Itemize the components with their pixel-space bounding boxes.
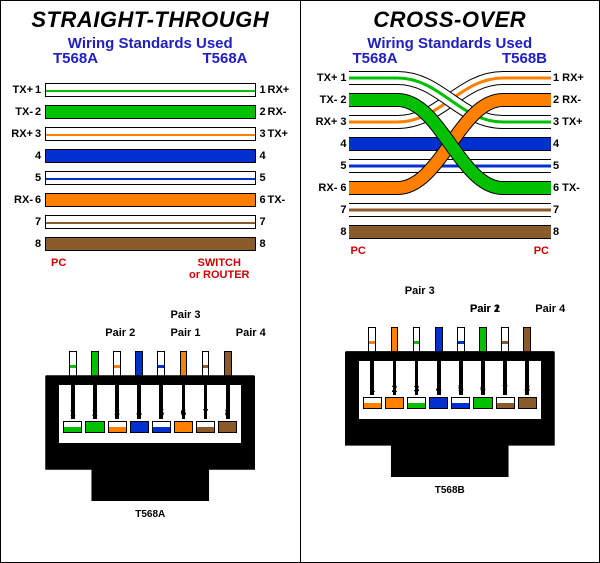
devices-row: PC SWITCH or ROUTER: [11, 255, 290, 281]
device-left: PC: [51, 257, 66, 281]
devices-row: PC PC: [311, 243, 590, 257]
straight-through-panel: STRAIGHT-THROUGH Wiring Standards Used T…: [1, 1, 301, 562]
rj45-pin: 3: [108, 385, 127, 439]
rj45-pin: 7: [496, 361, 515, 415]
standards-row: T568A T568B: [311, 50, 590, 67]
connector-t568a: Pair 2Pair 3Pair 1Pair 4 12345678 T568A: [11, 303, 290, 513]
std-left: T568A: [53, 50, 98, 67]
wire-row: 55: [11, 167, 290, 189]
wire-row: TX+11RX+: [11, 79, 290, 101]
std-right: T568A: [202, 50, 247, 67]
rj45-pin: 7: [196, 385, 215, 439]
cross-over-panel: CROSS-OVER Wiring Standards Used T568A T…: [301, 1, 600, 562]
rj45-pin: 2: [85, 385, 104, 439]
wire-row: TX-22RX-: [11, 101, 290, 123]
pair-label: Pair 3: [171, 309, 201, 321]
connector-standard-label: T568A: [11, 509, 290, 520]
pair-label: Pair 4: [236, 327, 266, 339]
rj45-pin: 8: [218, 385, 237, 439]
rj45-pin: 1: [363, 361, 382, 415]
rj45-pin: 2: [385, 361, 404, 415]
connector-standard-label: T568B: [311, 485, 590, 496]
rj45-pin: 5: [152, 385, 171, 439]
device-left: PC: [351, 245, 366, 257]
panel-title: STRAIGHT-THROUGH: [11, 7, 290, 33]
rj45-pin: 4: [429, 361, 448, 415]
wire-row: RX-66TX-: [11, 189, 290, 211]
pair-label: Pair 1: [470, 303, 500, 315]
std-right: T568B: [502, 50, 547, 67]
wire-row: 88: [11, 233, 290, 255]
diagram-container: STRAIGHT-THROUGH Wiring Standards Used T…: [0, 0, 600, 563]
standards-row: T568A T568A: [11, 50, 290, 67]
wire-row: 44: [11, 145, 290, 167]
std-left: T568A: [353, 50, 398, 67]
rj45-jack-icon: 12345678: [45, 351, 255, 501]
pair-label: Pair 1: [171, 327, 201, 339]
rj45-jack-icon: 12345678: [345, 327, 555, 477]
rj45-pin: 4: [130, 385, 149, 439]
wires-straight: TX+11RX+TX-22RX-RX+33TX+4455RX-66TX-7788: [11, 79, 290, 255]
wires-crossover: TX+1TX-2RX+345RX-678 1RX+2RX-3TX+456TX-7…: [311, 67, 590, 243]
panel-title: CROSS-OVER: [311, 7, 590, 33]
rj45-pin: 6: [174, 385, 193, 439]
rj45-pin: 6: [473, 361, 492, 415]
pair-label: Pair 3: [405, 285, 435, 297]
wire-row: 77: [11, 211, 290, 233]
pair-label: Pair 4: [535, 303, 565, 315]
connector-t568b: Pair 3Pair 2Pair 1Pair 4 12345678 T568B: [311, 279, 590, 489]
device-right: SWITCH or ROUTER: [189, 257, 250, 281]
rj45-pin: 8: [518, 361, 537, 415]
rj45-pin: 5: [451, 361, 470, 415]
device-right: PC: [534, 245, 549, 257]
pair-label: Pair 2: [105, 327, 135, 339]
rj45-pin: 3: [407, 361, 426, 415]
rj45-pin: 1: [63, 385, 82, 439]
wire-row: RX+33TX+: [11, 123, 290, 145]
